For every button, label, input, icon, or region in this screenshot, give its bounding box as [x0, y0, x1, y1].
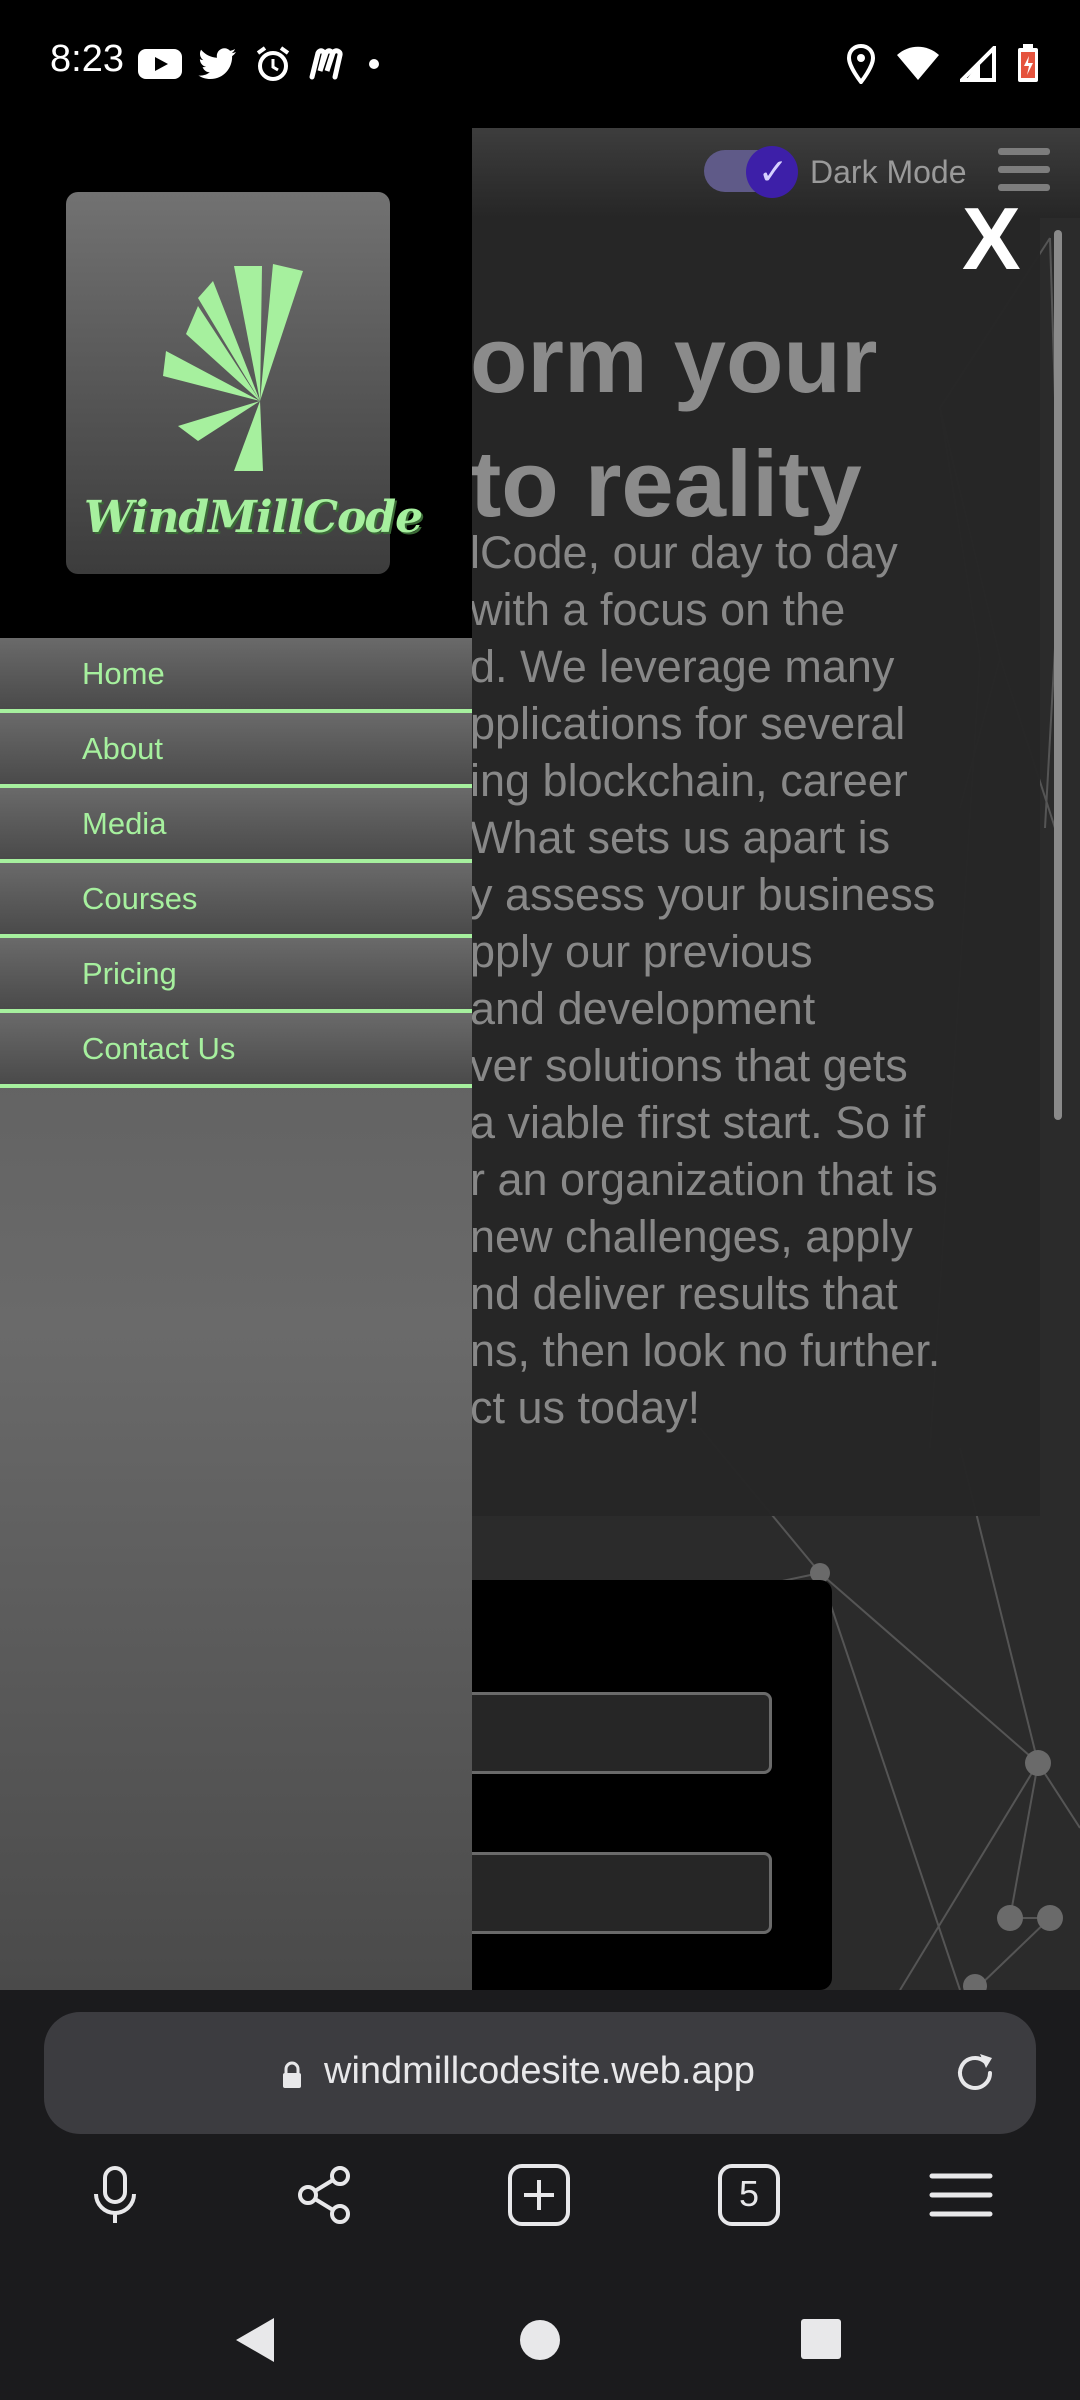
menu-item-label: About: [82, 731, 164, 766]
home-icon[interactable]: [518, 2318, 562, 2362]
browser-menu-icon[interactable]: [926, 2160, 996, 2230]
new-tab-icon[interactable]: [504, 2160, 574, 2230]
hero-body-line: ver solutions that gets: [470, 1040, 908, 1091]
menu-item-home[interactable]: Home: [0, 638, 472, 713]
hero-title: orm your to reality: [470, 298, 877, 546]
menu-item-label: Contact Us: [82, 1031, 236, 1066]
youtube-icon: [138, 49, 182, 79]
drawer-logo-area: WindMillCode: [0, 128, 472, 638]
location-icon: [846, 44, 876, 84]
menu-item-courses[interactable]: Courses: [0, 863, 472, 938]
drawer-menu: Home About Media Courses Pricing Contact…: [0, 638, 472, 1088]
logo-text: WindMillCode: [84, 492, 423, 543]
menu-item-label: Home: [82, 656, 165, 691]
address-bar[interactable]: windmillcodesite.web.app: [44, 2012, 1036, 2134]
twitter-icon: [198, 48, 236, 79]
menu-item-media[interactable]: Media: [0, 788, 472, 863]
close-drawer-button[interactable]: X: [962, 194, 1021, 284]
battery-icon: [1018, 44, 1038, 82]
hero-body-line: ing blockchain, career: [470, 755, 908, 806]
hero-body-line: pply our previous: [470, 926, 813, 977]
hamburger-menu-icon[interactable]: [998, 148, 1050, 194]
back-icon[interactable]: [234, 2316, 278, 2364]
side-drawer: WindMillCode Home About Media Courses Pr…: [0, 128, 472, 1990]
menu-item-about[interactable]: About: [0, 713, 472, 788]
microphone-icon[interactable]: [80, 2160, 150, 2230]
dot-icon: [369, 59, 379, 69]
signal-icon: [960, 46, 996, 82]
dark-mode-label: Dark Mode: [810, 154, 967, 190]
menu-item-contact-us[interactable]: Contact Us: [0, 1013, 472, 1088]
hero-description: lCode, our day to day with a focus on th…: [470, 524, 1030, 1436]
menu-item-label: Pricing: [82, 956, 177, 991]
windmill-logo-icon: [163, 264, 303, 471]
alarm-icon: [256, 46, 290, 81]
hero-body-line: ns, then look no further.: [470, 1325, 941, 1376]
tab-counter-button[interactable]: 5: [714, 2160, 784, 2230]
tab-count: 5: [738, 2173, 760, 2214]
recents-icon[interactable]: [800, 2318, 842, 2360]
hero-body-line: nd deliver results that: [470, 1268, 898, 1319]
hero-body-line: new challenges, apply: [470, 1211, 913, 1262]
status-time: 8:23: [50, 38, 124, 80]
hero-body-line: d. We leverage many: [470, 641, 895, 692]
hero-body-line: pplications for several: [470, 698, 906, 749]
lock-icon: [283, 2061, 301, 2088]
hero-title-line: orm your: [470, 307, 878, 412]
system-nav-bar: [0, 2280, 1080, 2400]
share-icon[interactable]: [290, 2160, 360, 2230]
notification-icons: [138, 40, 384, 88]
menu-item-pricing[interactable]: Pricing: [0, 938, 472, 1013]
menu-item-label: Courses: [82, 881, 198, 916]
hero-body-line: ct us today!: [470, 1382, 701, 1433]
browser-toolbar: windmillcodesite.web.app 5: [0, 1990, 1080, 2280]
status-bar: 8:23: [0, 0, 1080, 128]
wifi-icon: [897, 46, 939, 80]
hero-body-line: and development: [470, 983, 816, 1034]
hero-body-line: What sets us apart is: [470, 812, 891, 863]
m-app-icon: [309, 48, 343, 80]
site-logo[interactable]: WindMillCode: [66, 192, 423, 574]
hero-body-line: lCode, our day to day: [470, 527, 898, 578]
reload-icon[interactable]: [952, 2050, 998, 2096]
hero-body-line: y assess your business: [470, 869, 936, 920]
hero-body-line: with a focus on the: [470, 584, 846, 635]
system-icons: [846, 40, 1040, 88]
menu-item-label: Media: [82, 806, 167, 841]
check-icon: ✓: [758, 151, 789, 192]
hero-body-line: r an organization that is: [470, 1154, 938, 1205]
hero-body-line: a viable first start. So if: [470, 1097, 926, 1148]
url-text: windmillcodesite.web.app: [324, 2050, 755, 2092]
page-scrollbar[interactable]: [1054, 230, 1062, 1120]
